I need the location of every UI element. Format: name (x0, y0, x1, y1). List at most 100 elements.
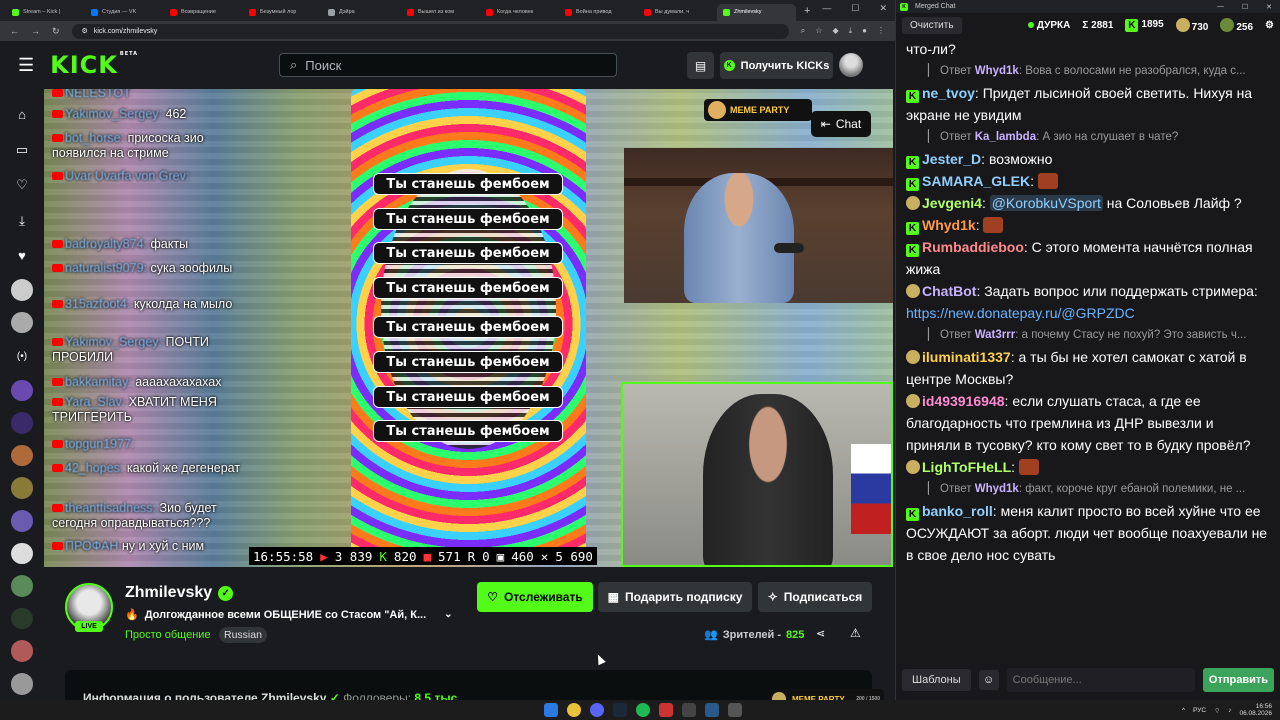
profile-icon[interactable]: ● (862, 26, 867, 36)
download-icon[interactable]: ⤓ (849, 26, 853, 36)
emoji-icon[interactable]: ☺ (978, 670, 999, 690)
chat-username[interactable]: iluminati1337 (922, 349, 1011, 365)
site-info-icon[interactable]: ⚙ (82, 27, 88, 35)
chat-username[interactable]: SAMARA_GLEK (922, 173, 1030, 189)
bookmark-star-icon[interactable]: ☆ (815, 26, 822, 36)
extension-icon[interactable]: ◆ (832, 26, 838, 36)
zoom-icon[interactable]: ⌕ (801, 26, 805, 36)
browser-tab[interactable]: Вышел из ком (401, 4, 480, 21)
settings-gear-icon[interactable]: ⚙ (1265, 20, 1274, 31)
back-icon[interactable]: ← (10, 26, 19, 36)
channel-avatar[interactable] (11, 673, 33, 695)
chat-input[interactable]: Сообщение... (1006, 668, 1195, 692)
search-input[interactable]: ⌕ Поиск (279, 53, 617, 77)
input-language[interactable]: РУС (1193, 707, 1206, 714)
minimize-icon[interactable]: — (1217, 3, 1224, 11)
channel-avatar[interactable] (11, 640, 33, 662)
send-button[interactable]: Отправить (1202, 668, 1274, 692)
chat-link[interactable]: https://new.donatepay.ru/@GRPZDC (906, 305, 1135, 321)
subscribe-button[interactable]: ✧ Подписаться (758, 582, 872, 612)
channel-avatar[interactable] (11, 477, 33, 500)
spotify-icon[interactable] (636, 703, 650, 717)
chat-username[interactable]: Jevgeni4 (922, 195, 982, 211)
browser-tab[interactable]: Студия — VK (85, 4, 164, 21)
chat-username[interactable]: banko_roll (922, 503, 993, 519)
templates-button[interactable]: Шаблоны (902, 669, 971, 691)
browse-icon[interactable]: ▭ (16, 132, 28, 167)
channel-avatar[interactable] (11, 542, 33, 565)
following-heart-icon[interactable]: ♡ (16, 168, 28, 203)
chat-username[interactable]: LighToFHeLL (922, 459, 1011, 475)
close-icon[interactable]: ✕ (1266, 3, 1272, 11)
browser-tab[interactable]: Безумный лор (243, 4, 322, 21)
share-icon[interactable]: ⋖ (816, 627, 825, 640)
follow-button[interactable]: ♡ Отслеживать (477, 582, 593, 612)
app-icon[interactable] (659, 703, 673, 717)
url-input[interactable]: ⚙ kick.com/zhmilevsky (71, 23, 789, 39)
followed-channel-avatar[interactable] (11, 311, 33, 334)
browser-tab[interactable]: Когда человек (480, 4, 559, 21)
chat-toggle-button[interactable]: ⇤ Chat (811, 111, 871, 137)
browser-tab[interactable]: Возвращение (164, 4, 243, 21)
chat-username[interactable]: ChatBot (922, 283, 976, 299)
chat-username[interactable]: Jester_D (922, 151, 981, 167)
channel-avatar[interactable] (11, 444, 33, 467)
minimize-icon[interactable]: — (822, 3, 831, 14)
channel-avatar[interactable] (11, 510, 33, 532)
chat-reply[interactable]: ▏ Ответ Ka_lambda: А зио на слушает в ча… (906, 126, 1268, 148)
browser-tab[interactable]: Дэйра (322, 4, 401, 21)
chat-username[interactable]: Rumbaddieboo (922, 239, 1024, 255)
get-kicks-button[interactable]: K Получить KICKs (720, 52, 833, 79)
kick-logo[interactable]: KICK BETA (50, 51, 138, 79)
chat-mention[interactable]: @KorobkuVSport (989, 195, 1103, 211)
tray-chevron-icon[interactable]: ^ (1182, 707, 1185, 714)
reload-icon[interactable]: ↻ (52, 26, 60, 37)
favorites-heart-icon[interactable]: ♥ (18, 238, 26, 273)
chat-reply[interactable]: ▏ Ответ Whyd1k: Вова с волосами не разоб… (906, 60, 1268, 82)
video-player[interactable]: NELESTOT Yakimov_Sergey: 462 bot_horse: п… (44, 89, 893, 567)
app-icon[interactable] (705, 703, 719, 717)
chat-reply[interactable]: ▏ Ответ Whyd1k: факт, короче круг ебаной… (906, 478, 1268, 500)
network-icon[interactable]: ⌔ (1214, 706, 1220, 715)
user-avatar[interactable] (839, 53, 863, 77)
home-icon[interactable]: ⌂ (18, 97, 26, 132)
channel-avatar[interactable] (11, 379, 33, 402)
maximize-icon[interactable]: ☐ (1242, 3, 1248, 11)
hamburger-menu-icon[interactable]: ☰ (18, 55, 34, 76)
live-broadcast-icon[interactable]: (•) (17, 339, 27, 374)
steam-icon[interactable] (613, 703, 627, 717)
app-icon[interactable] (682, 703, 696, 717)
followed-channel-avatar[interactable] (11, 279, 33, 301)
menu-dots-icon[interactable]: ⋮ (877, 26, 885, 36)
library-button[interactable]: ▤ (687, 52, 714, 79)
clear-button[interactable]: Очистить (902, 17, 962, 34)
forward-icon[interactable]: → (31, 26, 40, 36)
new-tab-icon[interactable]: + (804, 5, 810, 17)
start-icon[interactable] (544, 703, 558, 717)
clock[interactable]: 16:56 06.08.2026 (1239, 703, 1272, 717)
chevron-down-icon[interactable]: ⌄ (444, 609, 452, 620)
maximize-icon[interactable]: ☐ (851, 3, 859, 14)
app-icon[interactable] (728, 703, 742, 717)
channel-avatar[interactable] (11, 575, 33, 597)
channel-name[interactable]: Zhmilevsky ✓ (125, 584, 234, 602)
browser-tab[interactable]: Вы думали, ч (638, 4, 717, 21)
channel-avatar[interactable] (11, 412, 33, 434)
chat-reply[interactable]: ▏ Ответ Wat3rrr: а почему Стасу не похуй… (906, 324, 1268, 346)
browser-tab[interactable]: Stream – Kick | (6, 4, 85, 21)
chrome-icon[interactable] (567, 703, 581, 717)
discord-icon[interactable] (590, 703, 604, 717)
download-tray-icon[interactable]: ⤓ (19, 203, 25, 238)
channel-avatar[interactable] (11, 607, 33, 630)
browser-tab[interactable]: Zhmilevsky (717, 3, 796, 21)
chat-username[interactable]: ne_tvoy (922, 85, 975, 101)
chat-username[interactable]: id493916948 (922, 393, 1005, 409)
browser-tab[interactable]: Война привод (559, 4, 638, 21)
close-icon[interactable]: ✕ (879, 3, 887, 14)
report-icon[interactable]: ⚠ (850, 626, 861, 640)
chat-username[interactable]: Whyd1k (922, 217, 976, 233)
volume-icon[interactable]: ♪ (1228, 707, 1231, 714)
language-tag[interactable]: Russian (219, 627, 267, 643)
gift-sub-button[interactable]: ▦ Подарить подписку (598, 582, 752, 612)
category-link[interactable]: Просто общение (125, 629, 211, 641)
